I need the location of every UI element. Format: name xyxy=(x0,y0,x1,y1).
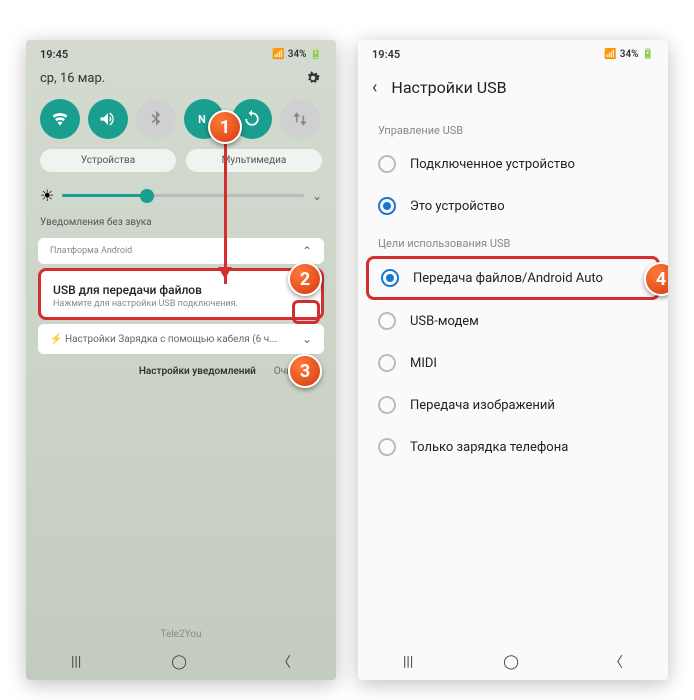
chip-media[interactable]: Мультимедиа xyxy=(186,149,322,172)
back-icon[interactable]: ‹ xyxy=(372,77,377,98)
option-label: USB-модем xyxy=(410,314,479,329)
chevron-down-icon[interactable]: ⌄ xyxy=(312,189,322,203)
option-midi[interactable]: MIDI xyxy=(358,342,668,384)
home-button[interactable]: ◯ xyxy=(503,654,519,670)
highlight-box-collapse xyxy=(292,300,320,324)
chip-devices[interactable]: Устройства xyxy=(40,149,176,172)
right-phone: 19:45 📶34%🔋 ‹ Настройки USB Управление U… xyxy=(358,40,668,680)
radio-icon xyxy=(378,396,396,414)
option-label: Подключенное устройство xyxy=(410,157,575,172)
platform-card[interactable]: Платформа Android ⌃ xyxy=(38,238,324,264)
date-row: ср, 16 мар. xyxy=(26,65,336,95)
status-bar: 19:45 📶34%🔋 xyxy=(26,40,336,65)
option-label: MIDI xyxy=(410,356,437,371)
control-section-label: Управление USB xyxy=(358,114,668,143)
usb-notification[interactable]: USB для передачи файлов Нажмите для наст… xyxy=(38,268,324,320)
nav-bar: ||| ◯ 〈 xyxy=(358,644,668,680)
carrier-label: Tele2You xyxy=(26,629,336,640)
status-time: 19:45 xyxy=(372,48,400,61)
status-icons: 📶34%🔋 xyxy=(604,48,654,61)
usb-title: USB для передачи файлов xyxy=(53,283,309,297)
quick-settings-row: N xyxy=(26,95,336,149)
radio-icon xyxy=(378,155,396,173)
svg-text:N: N xyxy=(198,113,206,126)
back-button[interactable]: 〈 xyxy=(277,652,291,672)
radio-icon xyxy=(378,197,396,215)
status-bar: 19:45 📶34%🔋 xyxy=(358,40,668,65)
silent-label: Уведомления без звука xyxy=(26,217,336,234)
marker-2: 2 xyxy=(288,262,322,296)
chip-row: Устройства Мультимедиа xyxy=(26,149,336,180)
marker-3: 3 xyxy=(288,354,322,388)
option-label: Только зарядка телефона xyxy=(410,440,568,455)
wifi-toggle[interactable] xyxy=(40,99,80,139)
option-charge-only[interactable]: Только зарядка телефона xyxy=(358,426,668,468)
chevron-up-icon[interactable]: ⌃ xyxy=(302,244,312,258)
recents-button[interactable]: ||| xyxy=(71,654,81,670)
arrow-annotation xyxy=(224,144,227,284)
option-usb-modem[interactable]: USB-модем xyxy=(358,300,668,342)
charging-notification[interactable]: ⚡ Настройки Зарядка с помощью кабеля (6 … xyxy=(38,324,324,354)
brightness-slider[interactable]: ☀ ⌄ xyxy=(26,180,336,217)
option-label: Это устройство xyxy=(410,199,505,214)
gear-icon[interactable] xyxy=(304,69,322,87)
status-icons: 📶34%🔋 xyxy=(272,48,322,61)
option-label: Передача изображений xyxy=(410,398,555,413)
home-button[interactable]: ◯ xyxy=(171,654,187,670)
left-phone: 19:45 📶34%🔋 ср, 16 мар. N Устройства Мул… xyxy=(26,40,336,680)
usb-subtitle: Нажмите для настройки USB подключения. xyxy=(53,299,309,309)
purpose-section-label: Цели использования USB xyxy=(358,227,668,256)
radio-icon xyxy=(378,354,396,372)
chevron-down-icon[interactable]: ⌄ xyxy=(302,332,312,346)
marker-1: 1 xyxy=(208,110,242,144)
option-this-device[interactable]: Это устройство xyxy=(358,185,668,227)
header: ‹ Настройки USB xyxy=(358,65,668,114)
page-title: Настройки USB xyxy=(391,78,506,97)
radio-icon xyxy=(378,438,396,456)
bluetooth-toggle[interactable] xyxy=(136,99,176,139)
platform-label: Платформа Android xyxy=(50,246,132,256)
charge-text: ⚡ Настройки Зарядка с помощью кабеля (6 … xyxy=(50,334,277,345)
notif-settings-link[interactable]: Настройки уведомлений xyxy=(139,366,256,377)
recents-button[interactable]: ||| xyxy=(403,654,413,670)
radio-icon xyxy=(381,269,399,287)
option-connected-device[interactable]: Подключенное устройство xyxy=(358,143,668,185)
date-text: ср, 16 мар. xyxy=(40,71,105,86)
option-label: Передача файлов/Android Auto xyxy=(413,271,603,286)
status-time: 19:45 xyxy=(40,48,68,61)
option-image-transfer[interactable]: Передача изображений xyxy=(358,384,668,426)
radio-icon xyxy=(378,312,396,330)
nav-bar: ||| ◯ 〈 xyxy=(26,644,336,680)
option-file-transfer[interactable]: Передача файлов/Android Auto xyxy=(366,256,660,300)
brightness-icon: ☀ xyxy=(40,186,54,205)
data-toggle[interactable] xyxy=(280,99,320,139)
back-button[interactable]: 〈 xyxy=(609,652,623,672)
sound-toggle[interactable] xyxy=(88,99,128,139)
